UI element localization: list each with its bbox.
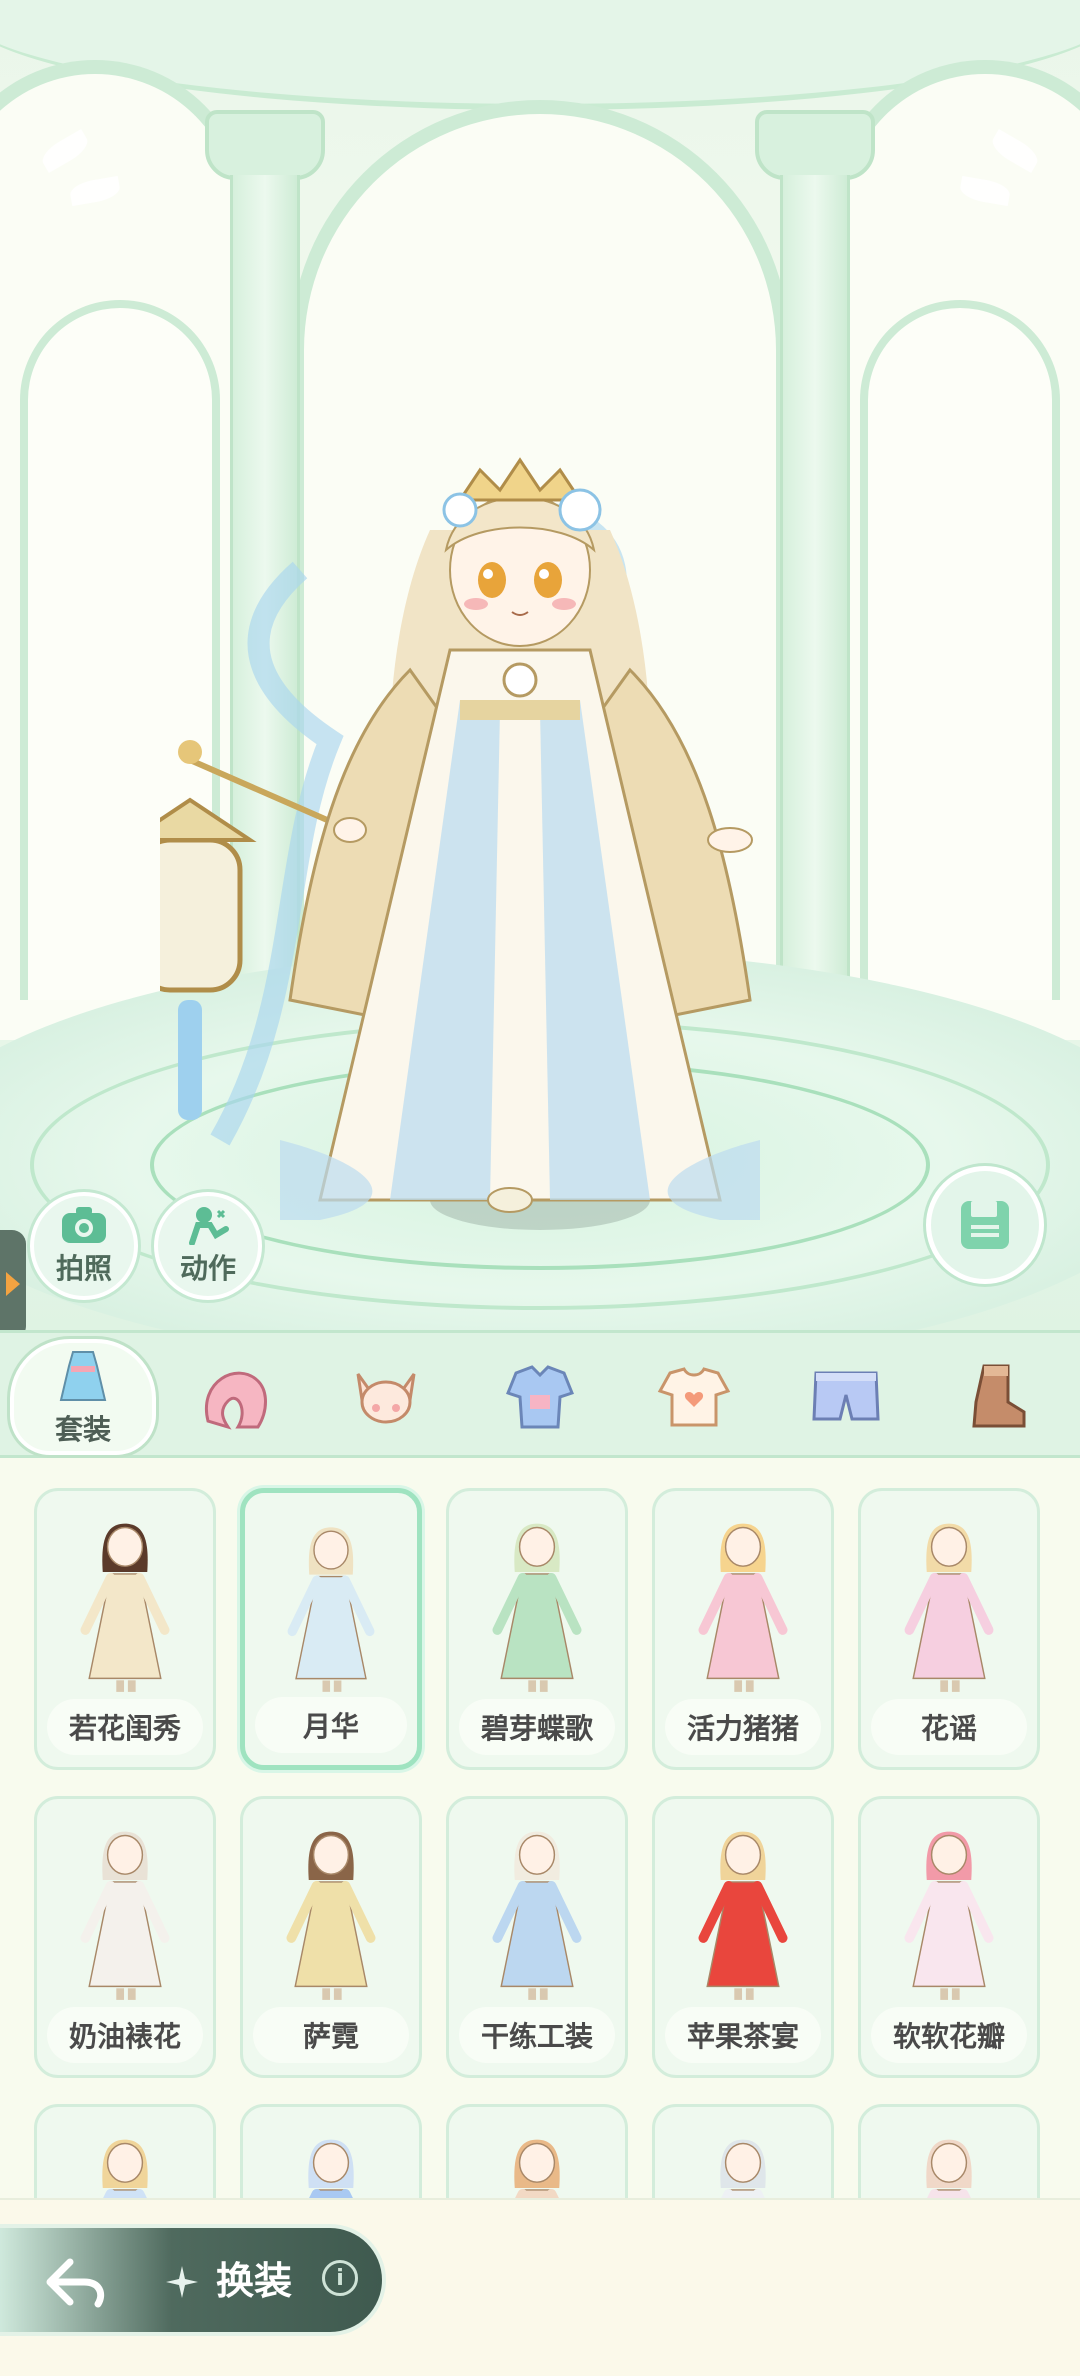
outfit-thumbnail [904,1523,994,1692]
shirt-icon [657,1367,731,1427]
outfit-thumbnail [926,2139,972,2198]
outfit-card[interactable] [446,2104,628,2198]
outfit-card[interactable]: 萨霓 [240,1796,422,2078]
pose-button[interactable]: 动作 [154,1192,262,1300]
category-bar: 套装 [0,1330,1080,1458]
info-icon[interactable]: i [322,2260,358,2296]
pose-icon [189,1207,229,1245]
outfit-card[interactable]: 苹果茶宴 [652,1796,834,2078]
page-title: 换装 [216,2259,293,2303]
outfit-name: 若花闺秀 [47,1699,203,1755]
outfit-thumbnail [904,1831,994,2000]
outfit-card[interactable] [858,2104,1040,2198]
outfit-name: 活力猪猪 [665,1699,821,1755]
outfit-thumbnail [80,1523,170,1692]
outfit-thumbnail [308,2139,354,2198]
outfit-name: 软软花瓣 [871,2007,1027,2063]
outfit-name: 干练工装 [459,2007,615,2063]
category-outfit[interactable]: 套装 [10,1339,156,1455]
outfit-card[interactable] [34,2104,216,2198]
outfit-card[interactable]: 干练工装 [446,1796,628,2078]
category-shirt[interactable] [634,1339,754,1455]
back-button[interactable]: 换装 i [0,2224,386,2336]
outfit-card[interactable] [652,2104,834,2198]
save-icon [961,1201,1009,1249]
hair-icon [204,1371,267,1430]
outfit-card[interactable]: 软软花瓣 [858,1796,1040,2078]
camera-icon [62,1207,106,1243]
pose-label: 动作 [179,1252,236,1285]
top-icon [506,1365,574,1429]
outfit-thumbnail [80,1831,170,2000]
outfit-name: 月华 [255,1697,407,1753]
sparkle-icon [166,2266,198,2298]
outfit-name: 花谣 [871,1699,1027,1755]
outfit-name: 萨霓 [253,2007,409,2063]
outfit-name: 碧芽蝶歌 [459,1699,615,1755]
outfit-card[interactable]: 若花闺秀 [34,1488,216,1770]
outfit-thumbnail [492,1523,582,1692]
dressing-scene: 拍照 动作 [0,0,1080,1330]
face-icon [356,1373,416,1424]
outfit-thumbnail [514,2139,560,2198]
expand-arrow-icon [6,1272,20,1296]
photo-label: 拍照 [55,1252,112,1285]
outfit-card[interactable]: 碧芽蝶歌 [446,1488,628,1770]
outfit-thumbnail [287,1527,375,1692]
footer-bar: 换装 i [0,2198,1080,2376]
category-pants[interactable] [786,1339,906,1455]
outfit-card[interactable] [240,2104,422,2198]
dress-icon [59,1351,107,1401]
photo-button[interactable]: 拍照 [30,1192,138,1300]
outfit-card[interactable]: 奶油裱花 [34,1796,216,2078]
right-capital [755,110,875,180]
outfit-card[interactable]: 活力猪猪 [652,1488,834,1770]
right-window [860,300,1060,1000]
category-face[interactable] [326,1339,446,1455]
outfit-thumbnail [698,1523,788,1692]
category-shoes[interactable] [936,1339,1056,1455]
boots-icon [972,1364,1026,1428]
back-arrow-icon [46,2258,105,2308]
outfit-thumbnail [492,1831,582,2000]
category-label: 套装 [54,1413,111,1446]
category-top[interactable] [480,1339,600,1455]
outfit-grid: 若花闺秀 月华 碧芽蝶歌 活力猪猪 花谣奶油裱花 萨霓 干练工装 苹果茶宴 软软花瓣 [0,1458,1080,2198]
left-capital [205,110,325,180]
pants-icon [812,1371,880,1421]
outfit-name: 奶油裱花 [47,2007,203,2063]
outfit-thumbnail [720,2139,766,2198]
category-hair[interactable] [176,1339,296,1455]
outfit-thumbnail [102,2139,148,2198]
outfit-card[interactable]: 月华 [240,1488,422,1770]
save-button[interactable] [926,1166,1044,1284]
outfit-name: 苹果茶宴 [665,2007,821,2063]
side-drawer-tab[interactable] [0,1230,26,1330]
outfit-card[interactable]: 花谣 [858,1488,1040,1770]
outfit-thumbnail [698,1831,788,2000]
outfit-thumbnail [286,1831,376,2000]
character [160,457,760,1220]
